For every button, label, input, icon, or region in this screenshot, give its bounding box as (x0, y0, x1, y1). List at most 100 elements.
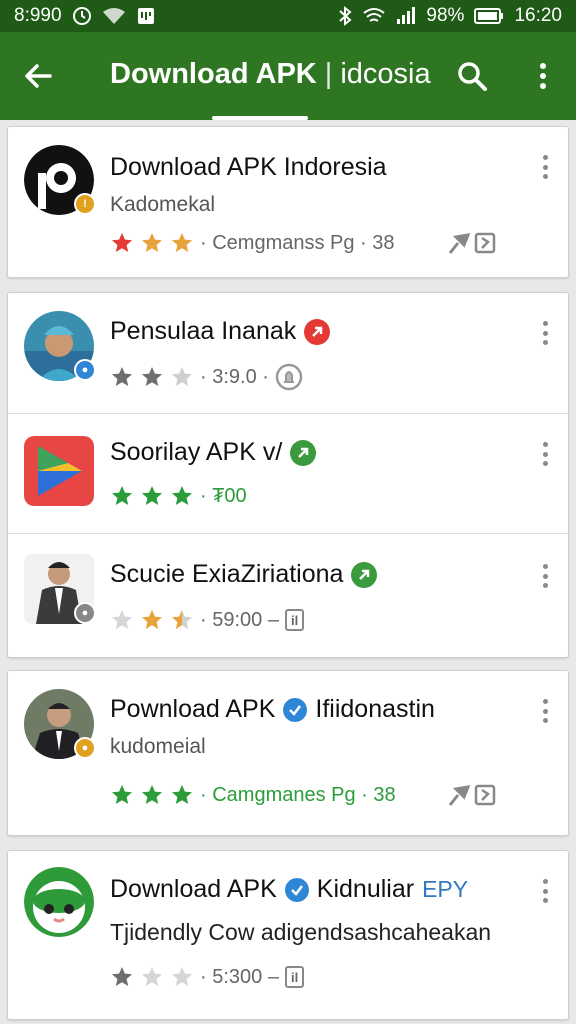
list-item[interactable]: ● Pownload APK Ifiidonastin kudomeial · … (8, 671, 568, 835)
app-meta: · Cemgmanss Pg · 38 (110, 231, 395, 255)
warning-icon (304, 318, 331, 345)
rating-stars (110, 965, 194, 989)
bluetooth-icon (338, 6, 352, 26)
list-item[interactable]: ● Scucie ExiaΖiriationa · 59:00 – il (8, 533, 568, 657)
app-name: Download APK Kidnuliar EPY (110, 875, 468, 904)
list-item[interactable]: Download APK Kidnuliar EPY Tjidendly Cow… (8, 851, 568, 1019)
list-item[interactable]: Soorilay APK v/ · ₮00 (8, 413, 568, 533)
title-separator: | (324, 58, 333, 90)
rating-stars (110, 783, 194, 807)
app-meta: · 5:300 – il (110, 965, 305, 989)
info-chip-icon: il (284, 609, 305, 631)
app-meta: · 3:9.0 · (110, 363, 303, 391)
rating-stars (110, 608, 194, 632)
app-icon-wrap (24, 436, 94, 506)
app-meta: · Camgmanes Pg · 38 (110, 783, 396, 807)
app-icon-wrap: ● (24, 311, 96, 381)
app-name: Scucie ExiaΖiriationa (110, 560, 378, 589)
app-meta: · ₮00 (110, 484, 247, 508)
info-badge-icon: ● (74, 737, 96, 759)
page-title: Download APK | idcosia (110, 58, 431, 91)
app-bar: Download APK | idcosia (0, 32, 576, 120)
star-icon (170, 608, 194, 632)
star-icon (170, 365, 194, 389)
app-card[interactable]: ! Download APK Indoresia Kadomekal · Cem… (7, 126, 569, 278)
app-name: Pensulaa Inanak (110, 317, 331, 346)
app-card[interactable]: ● Pensulaa Inanak · 3:9.0 · Soorilay APK… (7, 292, 569, 658)
star-icon (140, 231, 164, 255)
install-icon (474, 784, 496, 806)
search-button[interactable] (452, 56, 492, 96)
cell-signal-icon (396, 7, 416, 25)
star-icon (110, 965, 134, 989)
star-icon (170, 231, 194, 255)
install-icon (474, 232, 496, 254)
arrow-back-icon (25, 64, 52, 88)
app-name-text: Download APK Indoresia (110, 153, 387, 181)
list-item[interactable]: ● Pensulaa Inanak · 3:9.0 · (8, 293, 568, 413)
search-icon (458, 62, 487, 91)
overflow-menu-button[interactable] (526, 56, 560, 96)
app-icon (24, 867, 94, 937)
meta-text: · 5:300 – (200, 965, 279, 988)
star-icon (140, 608, 164, 632)
app-icon-wrap (24, 867, 94, 937)
star-icon (110, 783, 134, 807)
app-card[interactable]: Download APK Kidnuliar EPY Tjidendly Cow… (7, 850, 569, 1020)
app-icon-wrap: ! (24, 145, 96, 215)
app-name-suffix: Kidnuliar (316, 875, 415, 903)
action-icons (448, 231, 496, 255)
wifi-signal-icon (362, 7, 386, 25)
rating-stars (110, 231, 194, 255)
app-name-text: Download APK (110, 875, 277, 903)
star-icon (110, 608, 134, 632)
verified-check-icon (284, 877, 309, 902)
info-badge-icon: ! (74, 193, 96, 215)
app-icon (24, 436, 94, 506)
app-name-text: Soorilay APK v/ (110, 438, 283, 466)
app-meta: · 59:00 – il (110, 608, 305, 632)
star-icon (170, 484, 194, 508)
status-time-right: 16:20 (514, 5, 562, 26)
item-more-button[interactable] (538, 697, 552, 725)
app-card[interactable]: ● Pownload APK Ifiidonastin kudomeial · … (7, 670, 569, 836)
item-more-button[interactable] (538, 877, 552, 905)
star-icon (110, 365, 134, 389)
notification-icon (136, 6, 156, 26)
meta-text: · Cemgmanss Pg · 38 (200, 231, 395, 254)
developer-name: kudomeial (110, 735, 206, 758)
status-bar: 8:990 98% 16:20 (0, 0, 576, 32)
alert-bell-icon (275, 363, 303, 391)
app-name: Soorilay APK v/ (110, 438, 317, 467)
battery-icon (474, 8, 504, 24)
developer-name: Tjidendly Cow adigendsashcaheakan (110, 919, 492, 945)
list-item[interactable]: ! Download APK Indoresia Kadomekal · Cem… (8, 127, 568, 277)
pin-icon (448, 233, 470, 254)
meta-text: · 3:9.0 · (200, 365, 269, 388)
meta-text: · 59:00 – (200, 608, 279, 631)
developer-name: Kadomekal (110, 193, 216, 216)
meta-text: · Camgmanes Pg · 38 (200, 783, 396, 806)
meta-text: · ₮00 (200, 484, 247, 507)
status-time-left: 8:990 (14, 5, 62, 26)
star-icon (170, 783, 194, 807)
app-name-text: Pownload APK (110, 695, 276, 723)
item-more-button[interactable] (538, 153, 552, 181)
title-subtitle: idcosia (340, 58, 431, 90)
item-more-button[interactable] (538, 562, 552, 590)
wifi-icon (102, 7, 126, 25)
back-button[interactable] (18, 56, 58, 96)
app-icon-wrap: ● (24, 689, 96, 759)
app-name-text: Pensulaa Inanak (110, 317, 297, 345)
star-icon (110, 484, 134, 508)
info-badge-icon: ● (74, 602, 96, 624)
action-icons (448, 783, 496, 807)
rating-stars (110, 365, 194, 389)
star-icon (140, 365, 164, 389)
item-more-button[interactable] (538, 440, 552, 468)
tab-indicator (212, 116, 308, 120)
star-icon (140, 965, 164, 989)
verified-icon (290, 439, 317, 466)
item-more-button[interactable] (538, 319, 552, 347)
info-chip-icon: il (284, 966, 305, 988)
